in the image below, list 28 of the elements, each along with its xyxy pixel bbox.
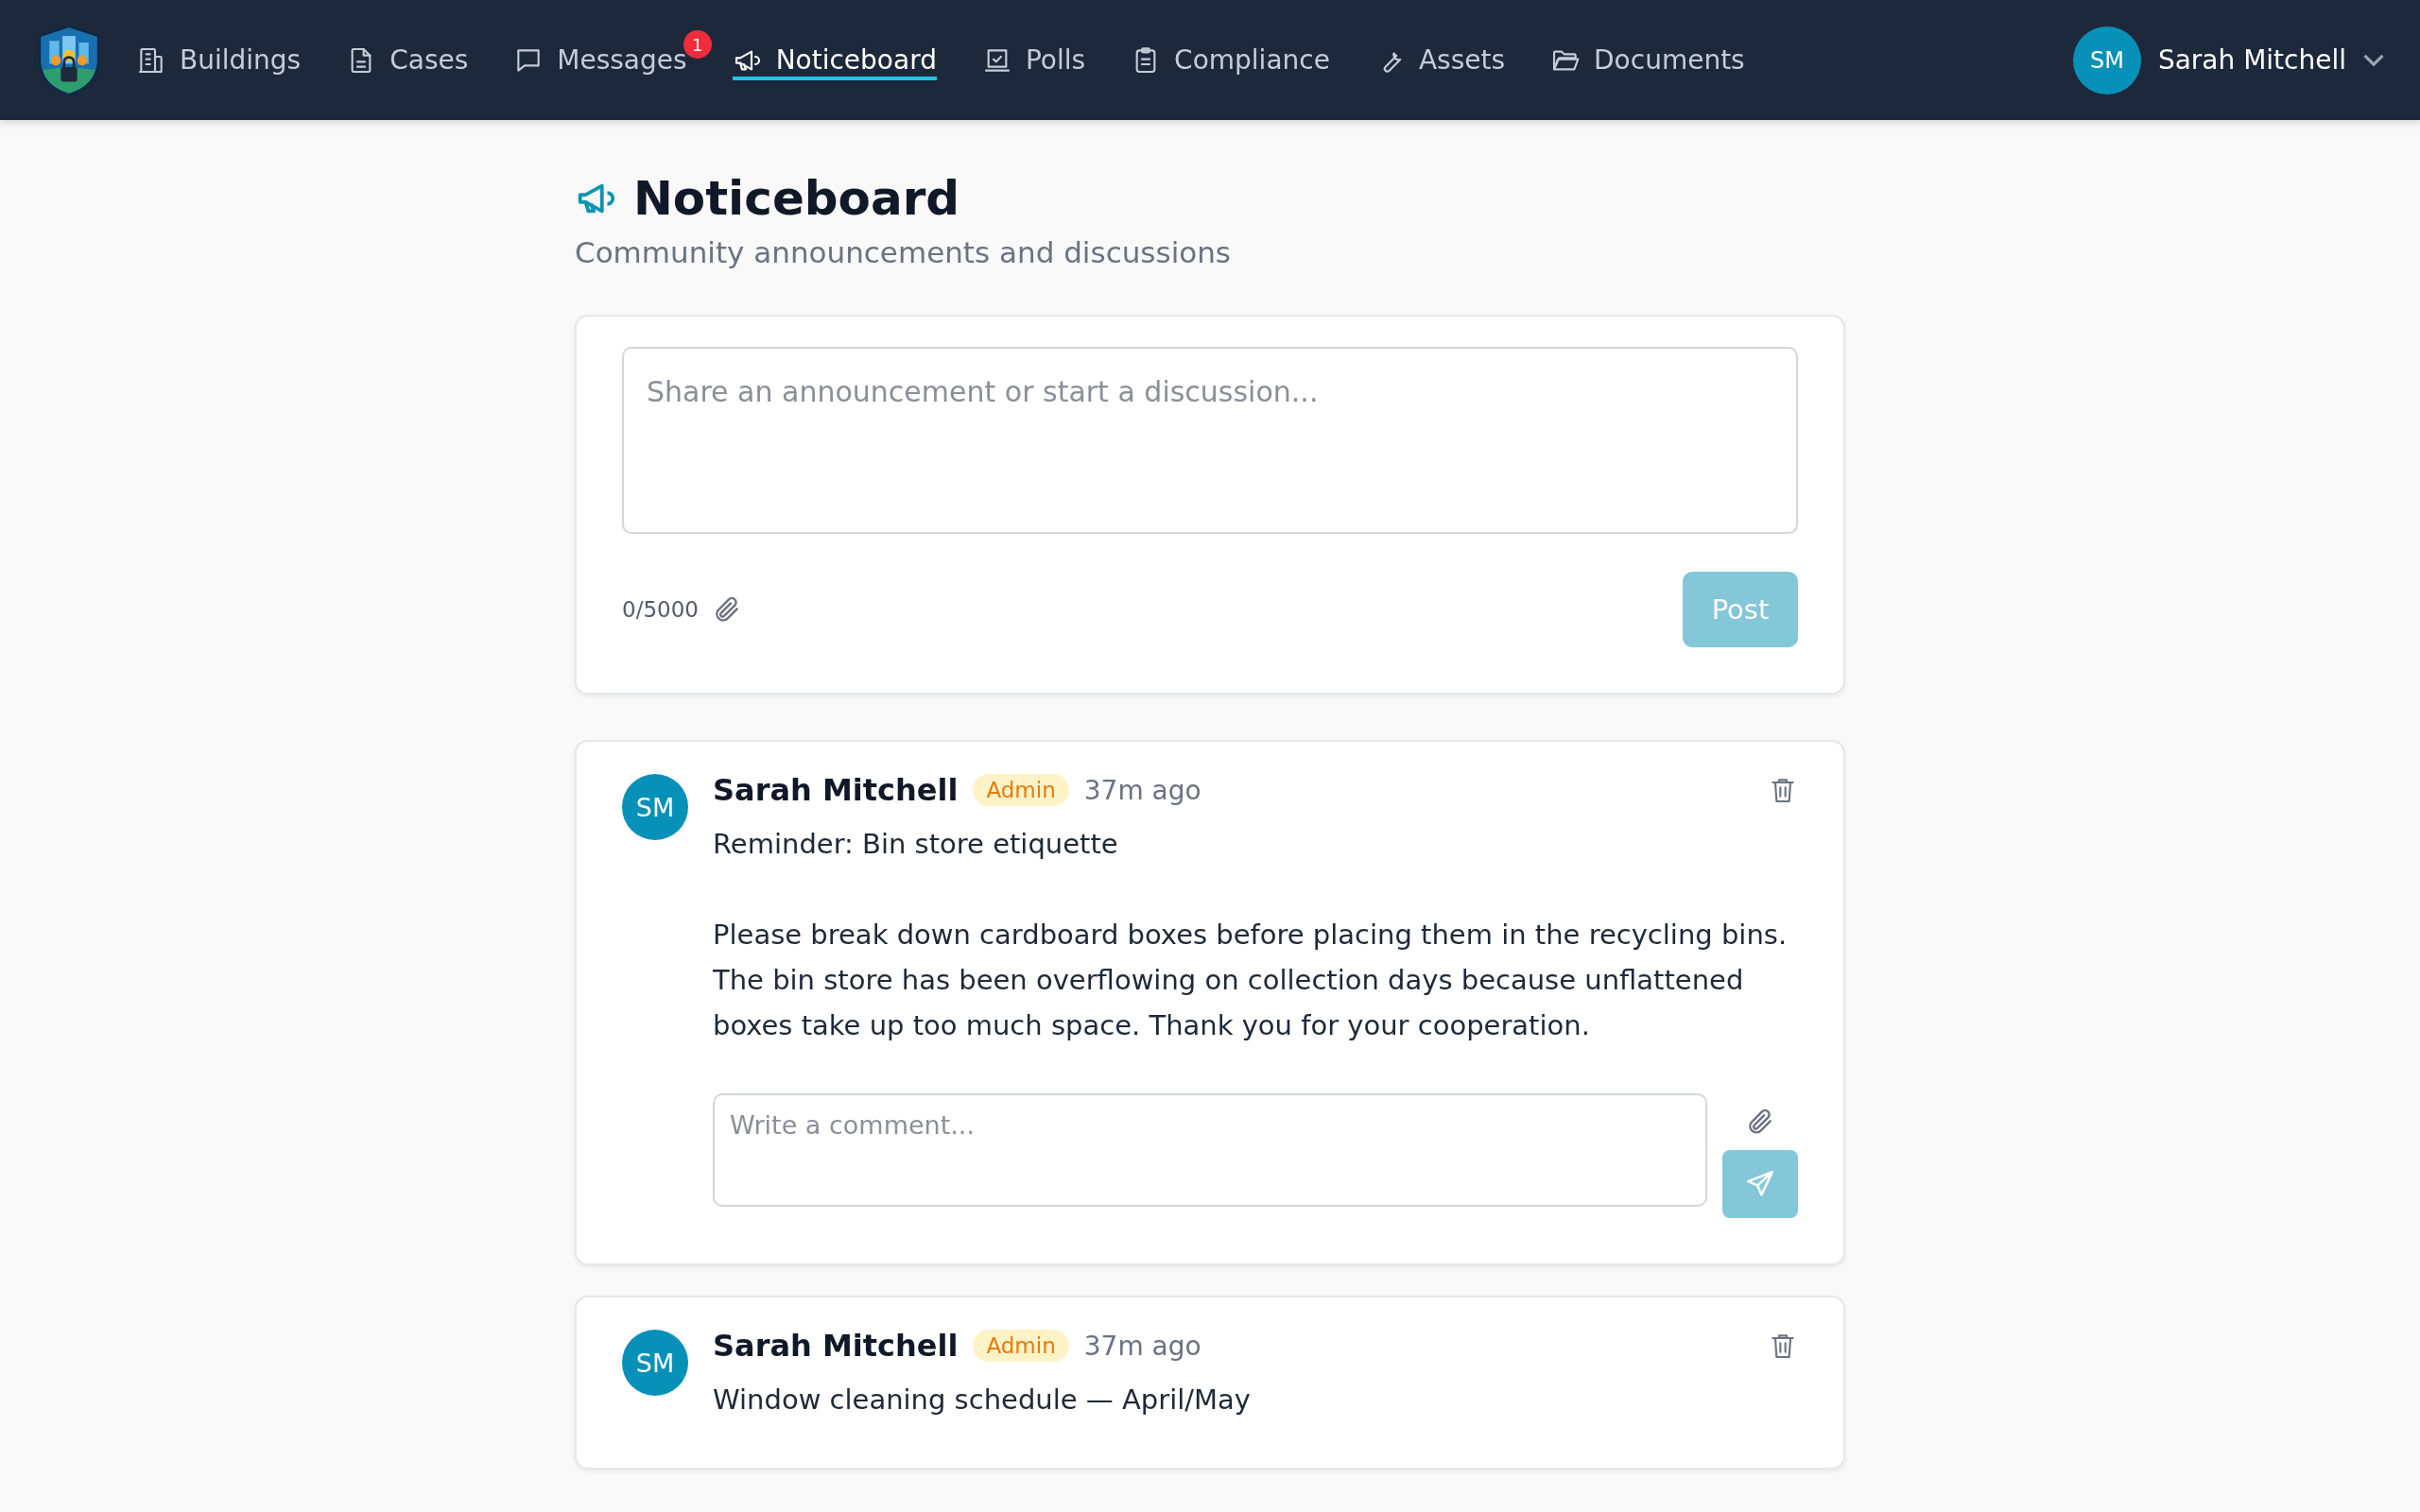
- chevron-down-icon: [2363, 54, 2384, 66]
- nav-tab[interactable]: Polls: [981, 0, 1086, 120]
- page-title: Noticeboard: [633, 171, 960, 226]
- announcement-input-field[interactable]: Share an announcement or start a discussion...: [622, 347, 1798, 534]
- character-count: 0/5000: [622, 597, 699, 622]
- comment-input-field[interactable]: Write a comment...: [713, 1093, 1707, 1207]
- nav-tab[interactable]: Assets: [1374, 0, 1506, 120]
- page-subtitle: Community announcements and discussions: [575, 235, 1232, 269]
- nav-tab[interactable]: Buildings: [136, 0, 302, 120]
- author-name: Sarah Mitchell: [713, 1328, 959, 1364]
- post-time: 37m ago: [1083, 1330, 1201, 1362]
- role-badge: Admin: [973, 774, 1069, 806]
- role-badge: Admin: [973, 1330, 1069, 1362]
- author-avatar: SM: [622, 774, 688, 840]
- post-time: 37m ago: [1083, 774, 1201, 806]
- post-text: Reminder: Bin store etiquette: [713, 827, 1119, 862]
- user-name: Sarah Mitchell: [2157, 44, 2346, 76]
- nav-tab[interactable]: Documents: [1550, 0, 1745, 120]
- author-name: Sarah Mitchell: [713, 772, 959, 808]
- author-avatar: SM: [622, 1330, 688, 1396]
- nav-tab[interactable]: Cases: [346, 0, 469, 120]
- user-menu[interactable]: SM Sarah Mitchell: [2072, 26, 2384, 94]
- post-text: Please break down cardboard boxes before placing them in the recycling bins. The bin store has been overflowing on collection days because unflattened boxes take up too much space. Thank you for your cooperation.: [713, 918, 1789, 1043]
- post-text: Window cleaning schedule — April/May: [713, 1383, 1253, 1418]
- nav-tab[interactable]: Compliance: [1131, 0, 1330, 120]
- user-avatar: SM: [2072, 26, 2141, 94]
- shield-logo-icon[interactable]: [36, 24, 102, 96]
- nav-tab[interactable]: Noticeboard: [732, 0, 937, 120]
